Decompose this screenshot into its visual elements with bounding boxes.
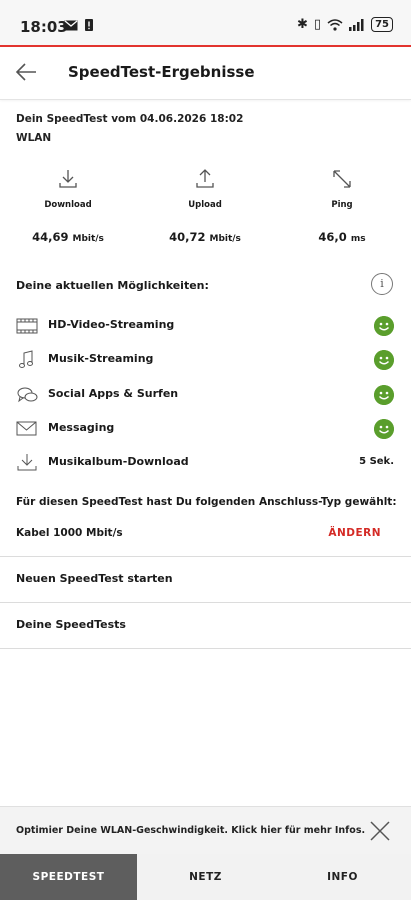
bluetooth-icon: ✱ [297,17,308,32]
possibilities-title: Deine aktuellen Möglichkeiten: [16,279,209,292]
item-label: Social Apps & Surfen [48,387,179,400]
download-icon [59,170,77,188]
smiley-icon [374,350,394,370]
ping-icon [333,170,351,188]
banner-text: Optimier Deine WLAN-Geschwindigkeit. Kli… [16,825,366,836]
signal-icon [349,18,364,31]
tab-info[interactable]: INFO [274,854,411,900]
list-item: HD-Video-Streaming [16,314,394,338]
list-item: Social Apps & Surfen [16,383,394,407]
system-icons: ✱ ▯ 75 [297,17,393,32]
mail-icon [64,20,78,31]
connection-type-value: Kabel 1000 Mbit/s [16,527,123,539]
item-label: HD-Video-Streaming [48,318,175,331]
film-icon [16,318,38,334]
metric-label: Download [44,200,92,210]
item-label: Musikalbum-Download [48,455,189,468]
wifi-optimize-banner[interactable]: Optimier Deine WLAN-Geschwindigkeit. Kli… [0,806,411,855]
bottom-tab-bar: SPEEDTEST NETZ INFO [0,854,411,900]
connection-type-note: Für diesen SpeedTest hast Du folgenden A… [16,496,397,508]
tab-speedtest[interactable]: SPEEDTEST [0,854,137,900]
download-duration: 5 Sek. [359,456,394,467]
test-date-line: Dein SpeedTest vom 04.06.2026 18:02 [16,113,244,125]
new-speedtest-label: Neuen SpeedTest starten [16,572,173,585]
my-speedtests-button[interactable]: Deine SpeedTests [0,602,411,649]
metric-label: Ping [331,200,353,210]
item-label: Messaging [48,421,115,434]
metric-label: Upload [188,200,222,210]
close-icon[interactable] [369,820,391,842]
metric-value: 40,72 Mbit/s [169,230,241,244]
status-time: 18:03 [20,18,68,36]
info-icon[interactable]: i [371,273,393,295]
list-item: Musikalbum-Download 5 Sek. [16,451,394,475]
metric-upload: Upload 40,72 Mbit/s [145,168,265,244]
tab-netz[interactable]: NETZ [137,854,274,900]
download-icon [17,454,37,471]
new-speedtest-button[interactable]: Neuen SpeedTest starten [0,556,411,602]
metric-value: 46,0 ms [318,230,366,244]
status-bar: 18:03 ✱ ▯ 75 [0,0,411,46]
my-speedtests-label: Deine SpeedTests [16,618,126,631]
connection-medium: WLAN [16,132,52,144]
vibrate-icon: ▯ [313,17,322,32]
envelope-icon [16,421,37,436]
metric-ping: Ping 46,0 ms [282,168,402,244]
sim-alert-icon [85,19,93,31]
upload-icon [196,169,214,188]
smiley-icon [374,419,394,439]
app-bar: SpeedTest-Ergebnisse [0,47,411,100]
change-button[interactable]: ÄNDERN [328,527,381,539]
list-item: Musik-Streaming [16,348,394,372]
back-arrow-icon[interactable] [14,59,40,85]
chat-bubbles-icon [17,387,38,403]
metric-download: Download 44,69 Mbit/s [8,168,128,244]
battery-indicator: 75 [371,17,393,32]
music-note-icon [19,350,33,368]
list-item: Messaging [16,417,394,441]
page-title: SpeedTest-Ergebnisse [68,63,255,81]
metric-value: 44,69 Mbit/s [32,230,104,244]
smiley-icon [374,385,394,405]
item-label: Musik-Streaming [48,352,154,365]
wifi-icon [327,18,343,31]
smiley-icon [374,316,394,336]
